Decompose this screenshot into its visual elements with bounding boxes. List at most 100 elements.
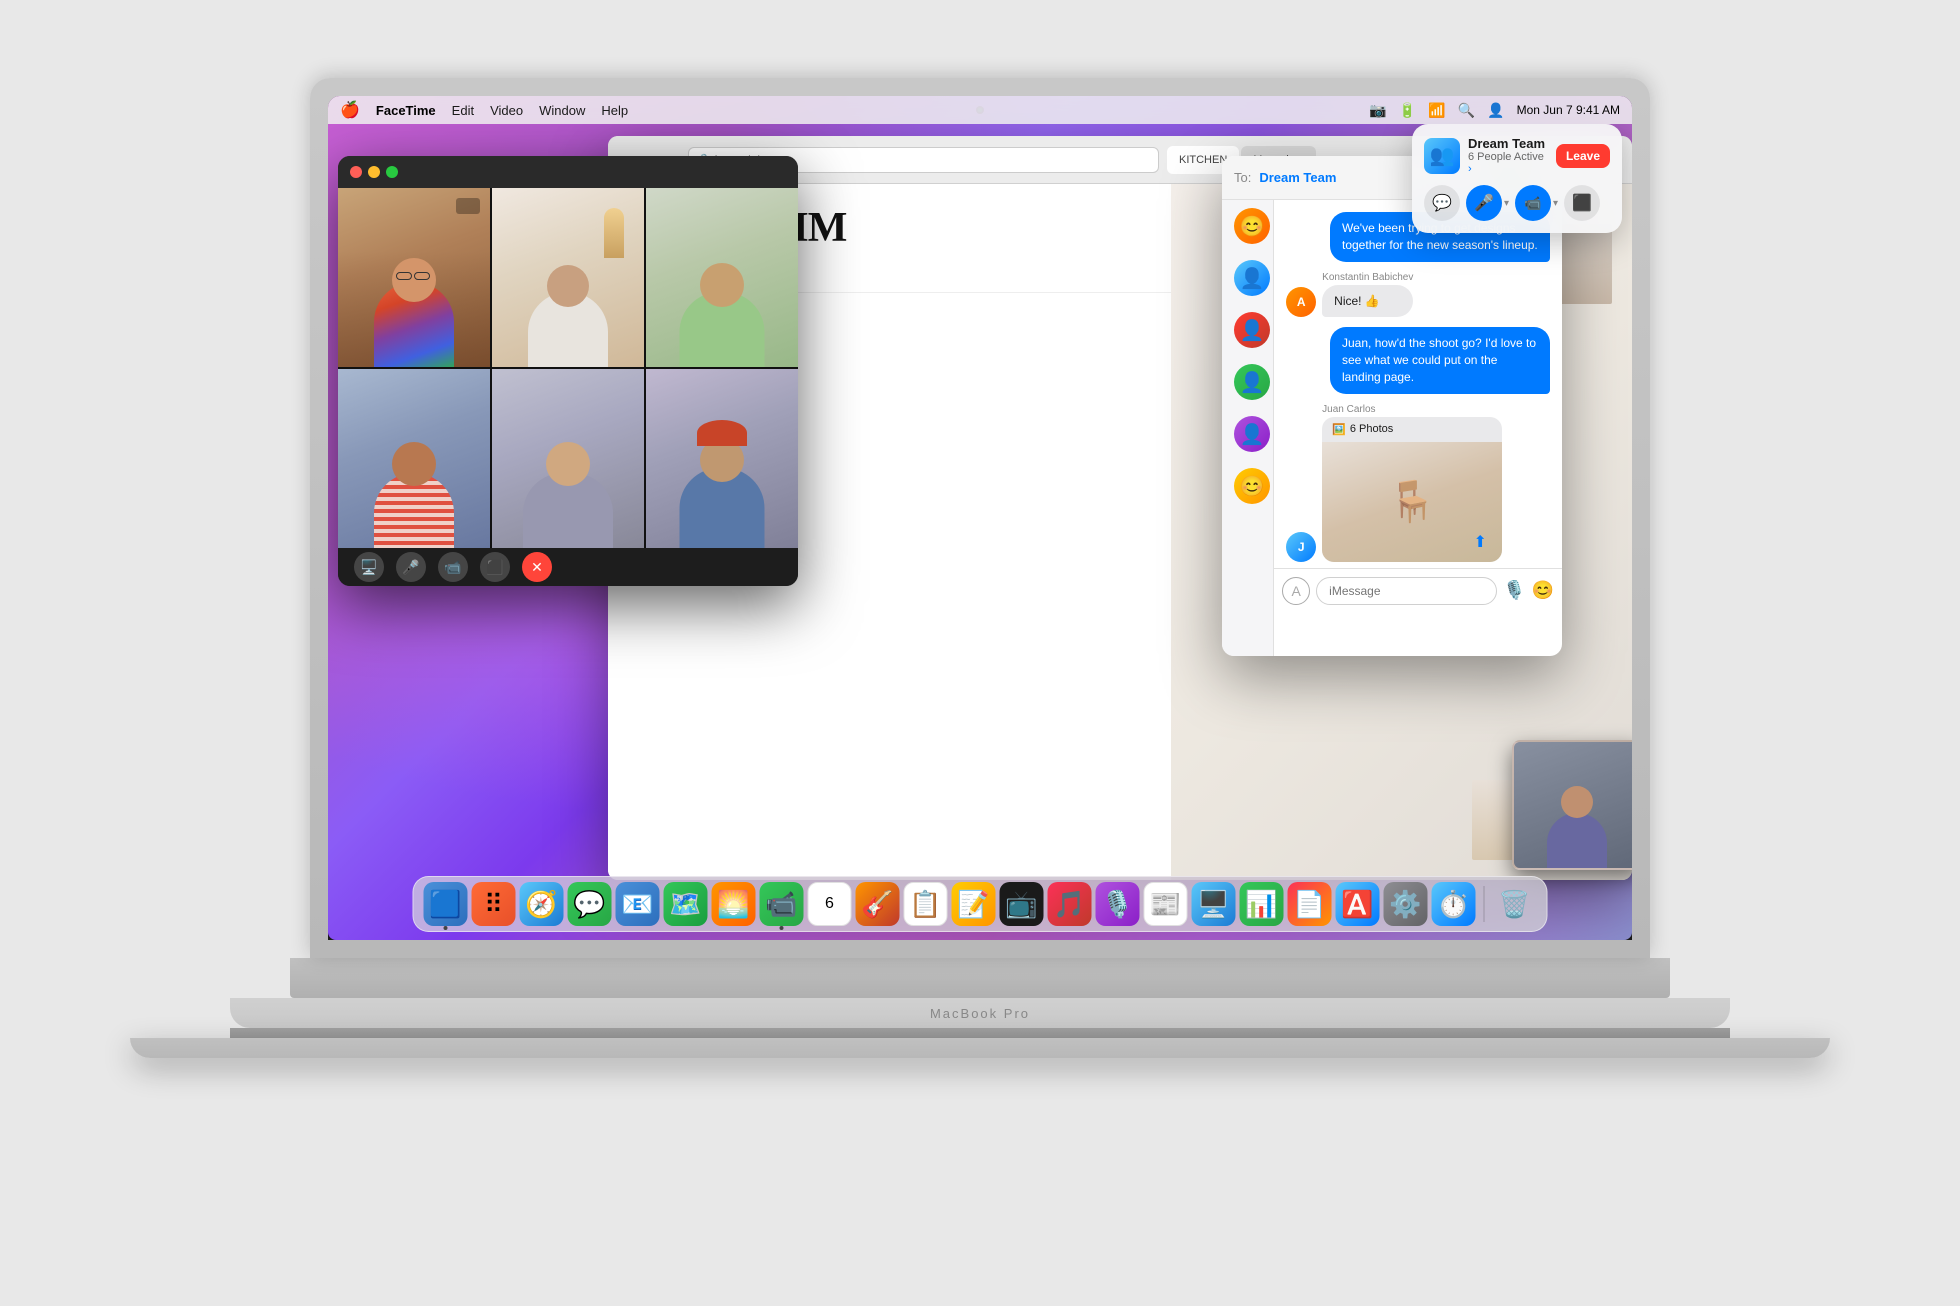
leave-button[interactable]: Leave — [1556, 144, 1610, 168]
shareplay-group-icon: 👥 — [1424, 138, 1460, 174]
calendar-icon: 6 — [825, 895, 834, 913]
group-icon-symbol: 👥 — [1430, 143, 1455, 168]
dock-app-launchpad[interactable]: ⠿ — [472, 882, 516, 926]
menu-datetime: Mon Jun 7 9:41 AM — [1517, 103, 1620, 117]
received-bubble-wrapper-1: Konstantin Babichev Nice! 👍 — [1322, 272, 1413, 318]
dock-app-trash[interactable]: 🗑️ — [1493, 882, 1537, 926]
minimize-button[interactable] — [368, 166, 380, 178]
macbook-stand — [130, 1038, 1830, 1058]
menu-app-name[interactable]: FaceTime — [376, 103, 436, 118]
dock-divider — [1484, 886, 1485, 922]
facetime-window[interactable]: 🖥️ 🎤 📹 ⬛ ✕ — [338, 156, 798, 586]
close-button[interactable] — [350, 166, 362, 178]
facetime-grid — [338, 188, 798, 548]
launchpad-icon: ⠿ — [484, 889, 503, 920]
wifi-icon[interactable]: 📶 — [1428, 102, 1445, 119]
menu-edit[interactable]: Edit — [452, 103, 474, 118]
dock-app-podcasts[interactable]: 🎙️ — [1096, 882, 1140, 926]
msg-avatar-5: 😊 — [1234, 468, 1270, 504]
shareplay-title-group: Dream Team 6 People Active › — [1468, 136, 1548, 175]
facetime-camera-btn[interactable]: 📹 — [438, 552, 468, 582]
user-icon[interactable]: 👤 — [1487, 102, 1504, 119]
msg-list-item-5[interactable]: 😊 We should hang out soon! Let me know. … — [1222, 460, 1273, 512]
messages-add-btn[interactable]: A — [1282, 577, 1310, 605]
msg-avatar-juan: J — [1286, 532, 1316, 562]
msg-avatar-adam: 😊 — [1234, 208, 1270, 244]
menu-bar-left: 🍎 FaceTime Edit Video Window Help — [340, 100, 628, 120]
facetime-end-btn[interactable]: ✕ — [522, 552, 552, 582]
messages-to-label: To: — [1234, 170, 1251, 185]
dock-app-safari[interactable]: 🧭 — [520, 882, 564, 926]
menu-video[interactable]: Video — [490, 103, 523, 118]
dock-app-garageband[interactable]: 🎸 — [856, 882, 900, 926]
dock-app-photos[interactable]: 🌅 — [712, 882, 756, 926]
share-button[interactable]: ⬆ — [1468, 530, 1492, 554]
dock-app-news[interactable]: 📰 — [1144, 882, 1188, 926]
msg-list-item-1[interactable]: 👤 nk I lost my 7:34 AM — [1222, 252, 1273, 304]
trash-icon: 🗑️ — [1498, 889, 1530, 920]
search-icon[interactable]: 🔍 — [1458, 102, 1475, 119]
dock-app-keynote[interactable]: 🖥️ — [1192, 882, 1236, 926]
macbook-lid: 🍎 FaceTime Edit Video Window Help 📷 🔋 📶 … — [310, 78, 1650, 958]
participant-3 — [646, 188, 798, 367]
dock-app-maps[interactable]: 🗺️ — [664, 882, 708, 926]
dock-app-notes[interactable]: 📝 — [952, 882, 996, 926]
msg-list-item-4[interactable]: 👤 Saturday — [1222, 408, 1273, 460]
shareplay-details-link[interactable]: › — [1468, 163, 1472, 175]
macbook-keyboard-area — [290, 958, 1670, 998]
mic-chevron[interactable]: ▾ — [1504, 198, 1509, 209]
messages-main-chat: We've been trying to get designs togethe… — [1274, 200, 1562, 656]
shareplay-widget[interactable]: 👥 Dream Team 6 People Active › Leave — [1412, 124, 1622, 233]
dock-app-reminders[interactable]: 📋 — [904, 882, 948, 926]
messages-input-bar: A 🎙️ 😊 — [1274, 568, 1562, 612]
messages-icon: 💬 — [573, 889, 605, 920]
mic-control-btn[interactable]: 🎤 — [1466, 185, 1502, 221]
video-control-btn[interactable]: 📹 — [1515, 185, 1551, 221]
dock-app-appstore[interactable]: 🅰️ — [1336, 882, 1380, 926]
appstore-icon: 🅰️ — [1341, 889, 1373, 920]
facetime-share-btn[interactable]: ⬛ — [480, 552, 510, 582]
msg-list-item-0[interactable]: 😊 Adam ar's wallet, It's 9:41 AM — [1222, 200, 1273, 252]
dock-app-systemprefs[interactable]: ⚙️ — [1384, 882, 1428, 926]
messages-input[interactable] — [1316, 577, 1497, 605]
dictation-icon[interactable]: 🎙️ — [1503, 580, 1525, 601]
systemprefs-icon: ⚙️ — [1389, 889, 1421, 920]
dock-app-calendar[interactable]: 6 — [808, 882, 852, 926]
menu-window[interactable]: Window — [539, 103, 585, 118]
screen-control-btn[interactable]: ⬛ — [1564, 185, 1600, 221]
dock-app-mail[interactable]: 📧 — [616, 882, 660, 926]
macbook-outer: 🍎 FaceTime Edit Video Window Help 📷 🔋 📶 … — [290, 78, 1670, 1228]
dock-app-facetime[interactable]: 📹 — [760, 882, 804, 926]
dock-app-finder[interactable]: 🟦 — [424, 882, 468, 926]
facetime-controls: 🖥️ 🎤 📹 ⬛ ✕ — [338, 548, 798, 586]
facetime-mic-btn[interactable]: 🎤 — [396, 552, 426, 582]
dock-app-messages[interactable]: 💬 — [568, 882, 612, 926]
fullscreen-button[interactable] — [386, 166, 398, 178]
photo-card[interactable]: 🖼️ 6 Photos 🪑 ⬆ — [1322, 417, 1502, 562]
msg-list-item-2[interactable]: 👤 Yesterday — [1222, 304, 1273, 356]
podcasts-icon: 🎙️ — [1101, 889, 1133, 920]
shareplay-header: 👥 Dream Team 6 People Active › Leave — [1424, 136, 1610, 175]
chat-control-btn[interactable]: 💬 — [1424, 185, 1460, 221]
msg-list-item-3[interactable]: 👤 d love to hear Yesterday — [1222, 356, 1273, 408]
menu-help[interactable]: Help — [601, 103, 628, 118]
battery-icon[interactable]: 🔋 — [1399, 102, 1416, 119]
msg-avatar-2: 👤 — [1234, 312, 1270, 348]
news-icon: 📰 — [1149, 889, 1181, 920]
shareplay-controls: 💬 🎤 ▾ 📹 ▾ ⬛ — [1424, 185, 1610, 221]
video-chevron[interactable]: ▾ — [1553, 198, 1558, 209]
camera-icon[interactable]: 📷 — [1369, 102, 1386, 119]
dock-app-appletv[interactable]: 📺 — [1000, 882, 1044, 926]
emoji-icon[interactable]: 😊 — [1532, 580, 1554, 601]
apple-menu-icon[interactable]: 🍎 — [340, 100, 360, 120]
facetime-active-dot — [780, 926, 784, 930]
messages-list: We've been trying to get designs togethe… — [1274, 200, 1562, 568]
finder-icon: 🟦 — [429, 889, 461, 920]
dock-app-pages[interactable]: 📄 — [1288, 882, 1332, 926]
dock-app-screentime[interactable]: ⏱️ — [1432, 882, 1476, 926]
facetime-screen-btn[interactable]: 🖥️ — [354, 552, 384, 582]
keynote-icon: 🖥️ — [1197, 889, 1229, 920]
dock-app-numbers[interactable]: 📊 — [1240, 882, 1284, 926]
participant-1 — [338, 188, 490, 367]
dock-app-music[interactable]: 🎵 — [1048, 882, 1092, 926]
